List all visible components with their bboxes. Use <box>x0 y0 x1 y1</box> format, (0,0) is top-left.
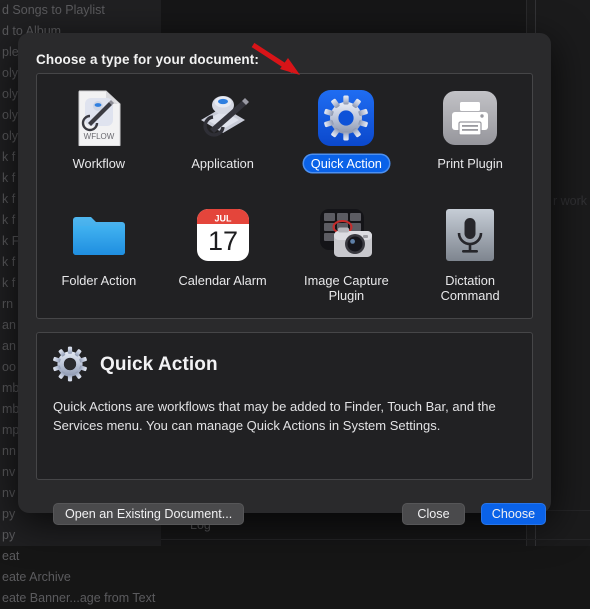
choose-button[interactable]: Choose <box>481 503 546 525</box>
dialog-title: Choose a type for your document: <box>36 52 259 67</box>
document-type-grid: WFLOW Workflow Application Quick Action … <box>36 73 533 319</box>
quick-action-gear-icon <box>49 344 91 386</box>
document-type-print-plugin[interactable]: Print Plugin <box>408 84 532 172</box>
description-header: Quick Action <box>37 333 532 386</box>
open-existing-document-button[interactable]: Open an Existing Document... <box>53 503 245 525</box>
document-type-label: Application <box>191 156 254 171</box>
quick-action-gear-icon <box>318 90 375 146</box>
svg-text:WFLOW: WFLOW <box>84 132 115 141</box>
document-type-label: Folder Action <box>61 273 137 288</box>
description-body: Quick Actions are workflows that may be … <box>53 399 496 433</box>
workflow-document-icon: WFLOW <box>71 90 127 146</box>
description-title: Quick Action <box>100 354 218 375</box>
document-type-dictation-command[interactable]: Dictation Command <box>408 201 532 304</box>
document-type-dialog: Choose a type for your document: WFLOW W… <box>18 33 551 525</box>
document-type-quick-action[interactable]: Quick Action <box>285 84 409 172</box>
description-panel: Quick Action Quick Actions are workflows… <box>36 332 533 480</box>
background-divider-bottom <box>161 539 590 540</box>
automator-robot-icon <box>195 90 251 146</box>
document-type-folder-action[interactable]: Folder Action <box>37 201 161 289</box>
document-type-label: Workflow <box>72 156 126 171</box>
document-type-label: Quick Action <box>303 155 389 172</box>
document-type-label: Print Plugin <box>437 156 503 171</box>
printer-icon <box>442 90 498 146</box>
background-list-item[interactable]: eat <box>0 546 161 567</box>
document-type-calendar-alarm[interactable]: JUL 17 Calendar Alarm <box>161 201 285 289</box>
document-type-image-capture-plugin[interactable]: Image Capture Plugin <box>285 201 409 304</box>
document-type-application[interactable]: Application <box>161 84 285 172</box>
background-list-item[interactable]: py <box>0 525 161 546</box>
document-type-label: Image Capture Plugin <box>304 273 389 303</box>
close-button[interactable]: Close <box>402 503 465 525</box>
document-type-label: Dictation Command <box>440 273 500 303</box>
blue-folder-icon <box>71 207 127 263</box>
background-placeholder-text: r work <box>553 194 588 208</box>
calendar-icon: JUL 17 <box>195 207 251 263</box>
background-list-item[interactable]: eate Archive <box>0 567 161 588</box>
document-type-label: Calendar Alarm <box>178 273 267 288</box>
svg-text:17: 17 <box>208 226 238 256</box>
image-capture-camera-icon <box>318 207 374 263</box>
document-type-workflow[interactable]: WFLOW Workflow <box>37 84 161 172</box>
background-list-item[interactable]: eate Banner...age from Text <box>0 588 161 609</box>
microphone-icon <box>442 207 498 263</box>
background-list-item[interactable]: d Songs to Playlist <box>0 0 161 21</box>
svg-text:JUL: JUL <box>214 213 232 223</box>
